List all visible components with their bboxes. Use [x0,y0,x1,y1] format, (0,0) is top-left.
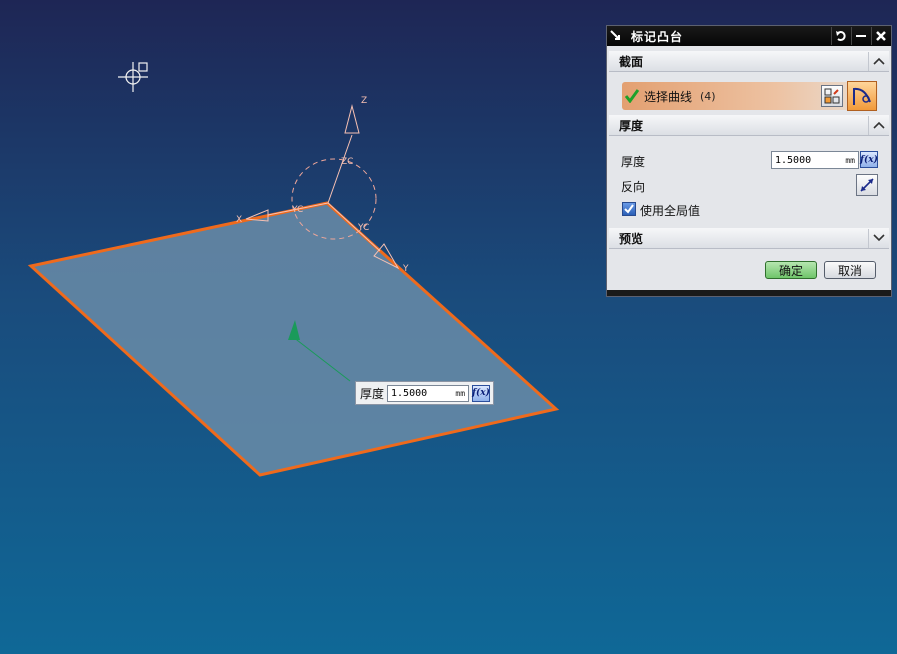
axis-label-z: Z [361,96,367,106]
thickness-section-title: 厚度 [619,118,644,133]
sketch-section-icon [824,88,840,104]
onscreen-thickness-label: 厚度 [360,386,385,401]
section-title: 截面 [619,54,644,69]
chevron-up-icon[interactable] [868,51,889,71]
minimize-icon[interactable] [851,27,870,45]
select-curve-count: (4) [700,89,716,103]
dialog-titlebar[interactable]: 标记凸台 [607,26,891,46]
select-curve-label: 选择曲线 [644,89,693,104]
axis-label-yc-lower: YC [357,223,369,233]
cancel-button[interactable]: 取消 [824,261,876,279]
curve-select-button[interactable] [847,81,877,111]
reset-icon[interactable] [831,27,850,45]
pin-icon[interactable] [607,26,625,46]
use-global-checkbox[interactable] [622,202,636,216]
reverse-direction-icon [860,178,874,192]
section-header-preview[interactable]: 预览 [609,228,889,249]
preview-section-title: 预览 [619,231,644,246]
onscreen-thickness-value: 1.5000 [391,387,428,399]
onscreen-formula-button[interactable]: f(x) [472,384,491,402]
thickness-field[interactable]: 1.5000 mm [771,151,859,169]
axis-label-y: Y [402,264,409,274]
thickness-label: 厚度 [621,155,646,169]
checkmark-icon [625,89,639,103]
reverse-label: 反向 [621,180,646,194]
z-axis [327,104,360,204]
use-global-label: 使用全局值 [640,204,701,218]
chevron-down-icon[interactable] [868,228,889,248]
thickness-unit: mm [845,155,855,165]
onscreen-thickness-unit: mm [455,388,466,398]
thickness-formula-button[interactable]: f(x) [860,151,878,168]
close-icon[interactable] [871,27,890,45]
dialog-bottom-bar [607,290,891,296]
section-header-thickness[interactable]: 厚度 [609,115,889,136]
checkbox-check-icon [624,204,634,214]
axis-label-yc-upper: YC [291,205,303,215]
chevron-up-icon[interactable] [868,115,889,135]
onscreen-thickness-field[interactable]: 1.5000 mm [387,384,470,402]
cursor-crosshair-icon [118,62,148,92]
thickness-value: 1.5000 [775,154,812,166]
onscreen-thickness-input: 厚度 1.5000 mm f(x) [355,381,494,405]
curve-icon [853,87,871,105]
section-header-section[interactable]: 截面 [609,51,889,72]
emboss-tab-dialog: 标记凸台 截面 选择曲线 (4) 厚度 厚度 1.5000 mm f(x) 反向… [606,25,892,297]
dialog-title: 标记凸台 [631,29,684,44]
axis-label-zc: ZC [341,157,353,167]
reverse-direction-button[interactable] [856,174,878,196]
ok-button[interactable]: 确定 [765,261,817,279]
axis-label-x: X [236,215,242,225]
sketch-section-button[interactable] [821,85,843,107]
